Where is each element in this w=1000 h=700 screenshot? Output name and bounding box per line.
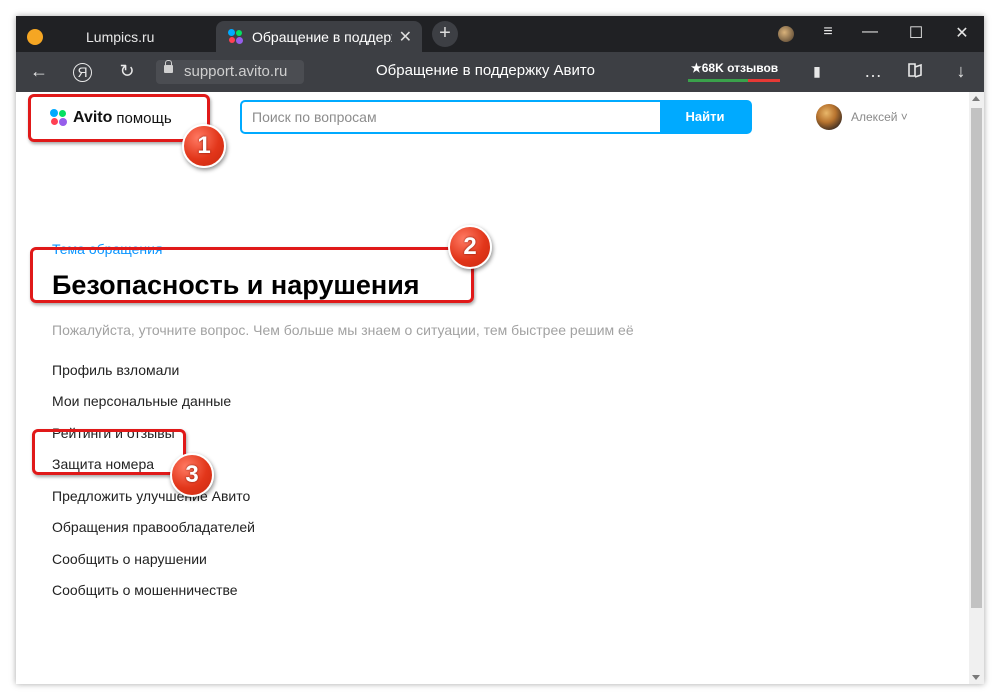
download-icon[interactable]: ↓ [950,61,972,82]
option-item[interactable]: Сообщить о мошенничестве [52,582,238,598]
option-item[interactable]: Сообщить о нарушении [52,551,207,567]
menu-icon[interactable]: ≡ [816,23,840,41]
new-tab-button[interactable]: + [432,21,458,47]
tab-avito-support[interactable]: Обращение в поддерж ✕ [216,21,422,52]
step-badge-3: 3 [170,453,214,497]
option-item[interactable]: Мои персональные данные [52,393,231,409]
profile-icon[interactable] [778,26,794,42]
back-icon[interactable]: ← [28,61,50,82]
minimize-icon[interactable]: — [858,23,882,41]
user-menu[interactable]: Алексей ˅ [816,104,908,130]
page-title-display: Обращение в поддержку Авито [376,62,595,79]
reviews-badge[interactable]: ★68K отзывов [688,58,780,84]
yandex-icon[interactable]: Я [73,63,92,82]
tab-close-icon[interactable]: ✕ [399,27,412,47]
highlight-logo [28,94,210,142]
address-bar: ← Я ↻ support.avito.ru Обращение в подде… [16,52,984,92]
lock-icon [164,60,173,73]
avito-favicon-icon [228,29,244,45]
page-content: Avito помощь Найти Алексей ˅ Тема обраще… [16,92,984,684]
step-badge-1: 1 [182,124,226,168]
search-input[interactable] [242,102,672,132]
search-button[interactable]: Найти [660,102,750,132]
tab-label: Lumpics.ru [86,29,155,45]
search-box: Найти [240,100,752,134]
avatar[interactable] [816,104,842,130]
url-text: support.avito.ru [184,63,288,80]
tab-strip: Lumpics.ru Обращение в поддерж ✕ + ≡ — ☐… [16,16,984,52]
reviews-label: ★68K отзывов [691,61,779,75]
option-item[interactable]: Предложить улучшение Авито [52,488,250,504]
more-icon[interactable]: … [862,61,884,82]
url-field[interactable]: support.avito.ru [156,60,304,84]
scroll-thumb[interactable] [971,108,982,608]
tab-lumpics[interactable]: Lumpics.ru [16,21,212,52]
browser-window: Lumpics.ru Обращение в поддерж ✕ + ≡ — ☐… [16,16,984,684]
scroll-down-icon[interactable] [972,675,980,680]
maximize-icon[interactable]: ☐ [904,23,928,43]
collections-icon[interactable] [904,61,926,84]
close-window-icon[interactable]: ✕ [950,23,974,43]
tab-label: Обращение в поддерж [252,29,392,45]
lumpics-favicon-icon [27,29,43,45]
scrollbar[interactable] [969,92,984,684]
bookmark-icon[interactable]: ▮ [806,63,828,80]
highlight-heading [30,247,474,303]
scroll-up-icon[interactable] [972,96,980,101]
option-item[interactable]: Обращения правообладателей [52,519,255,535]
option-item[interactable]: Профиль взломали [52,362,179,378]
user-name[interactable]: Алексей ˅ [851,110,908,124]
reload-icon[interactable]: ↻ [116,61,138,82]
hint-text: Пожалуйста, уточните вопрос. Чем больше … [52,322,634,338]
highlight-option [32,429,186,475]
step-badge-2: 2 [448,225,492,269]
rating-bar [688,79,780,82]
